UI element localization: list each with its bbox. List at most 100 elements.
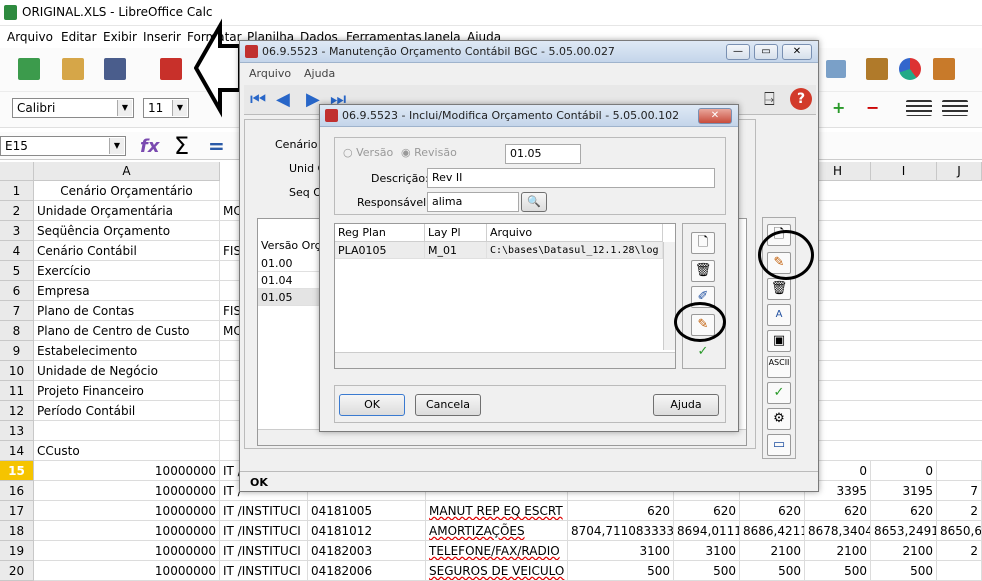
inner-grid-hscrollbar[interactable]	[335, 352, 675, 368]
chart-icon[interactable]	[899, 58, 921, 80]
cell-h[interactable]: 620	[805, 501, 871, 521]
pivot-table-icon[interactable]	[933, 58, 955, 80]
row-header[interactable]: 18	[0, 521, 34, 541]
row-header[interactable]: 4	[0, 241, 34, 261]
cell-g[interactable]: 8686,4211	[740, 521, 805, 541]
cell-a[interactable]: Unidade Orçamentária	[34, 201, 220, 221]
cell-d[interactable]: TELEFONE/FAX/RADIO	[426, 541, 568, 561]
row-header[interactable]: 7	[0, 301, 34, 321]
cell-d[interactable]: MANUT REP EQ ESCRT	[426, 501, 568, 521]
column-header-j[interactable]: J	[937, 162, 982, 181]
cell-i[interactable]: 3195	[871, 481, 937, 501]
cell-c[interactable]: 04181005	[308, 501, 426, 521]
cell-b[interactable]: FIS	[220, 301, 240, 321]
cell-b[interactable]: IT /INSTITUCI	[220, 521, 308, 541]
inner-grid-vscrollbar[interactable]	[663, 242, 675, 350]
filter-icon[interactable]	[826, 60, 846, 78]
open-folder-icon[interactable]	[62, 58, 84, 80]
grid-cell-arquivo[interactable]: C:\bases\Datasul_12.1.28\log	[487, 242, 663, 259]
outer-menu-arquivo[interactable]: Arquivo	[249, 67, 291, 80]
cell-h[interactable]: 500	[805, 561, 871, 581]
outer-menu-ajuda[interactable]: Ajuda	[304, 67, 335, 80]
menu-exibir[interactable]: Exibir	[103, 30, 137, 44]
cell-right-empty[interactable]	[805, 261, 982, 281]
cell-b[interactable]	[220, 261, 240, 281]
cell-right-empty[interactable]	[805, 201, 982, 221]
cell-a[interactable]: CCusto	[34, 441, 220, 461]
cell-a[interactable]: Seqüência Orçamento	[34, 221, 220, 241]
cell-b[interactable]: IT /INSTITUCI	[220, 561, 308, 581]
new-document-icon[interactable]	[18, 58, 40, 80]
cell-i[interactable]: 8653,2491	[871, 521, 937, 541]
cell-f[interactable]: 8694,0111	[674, 521, 740, 541]
column-header-a[interactable]: A	[34, 162, 220, 181]
cell-b[interactable]	[220, 401, 240, 421]
cell-a[interactable]: 10000000	[34, 541, 220, 561]
font-size-combo[interactable]: 11 ▼	[143, 98, 189, 118]
row-header[interactable]: 17	[0, 501, 34, 521]
cell-b[interactable]	[220, 421, 240, 441]
column-header-i[interactable]: I	[871, 162, 937, 181]
decrease-indent-icon[interactable]	[942, 100, 968, 116]
cell-j[interactable]	[937, 561, 982, 581]
cell-b[interactable]: MC	[220, 201, 240, 221]
row-header[interactable]: 2	[0, 201, 34, 221]
cell-right-empty[interactable]	[805, 381, 982, 401]
cell-a[interactable]: Estabelecimento	[34, 341, 220, 361]
maximize-button[interactable]: ▭	[754, 44, 778, 60]
cell-i[interactable]: 500	[871, 561, 937, 581]
cell-j[interactable]: 8650,6	[937, 521, 982, 541]
first-record-icon[interactable]: ⏮	[250, 89, 266, 110]
insert-image-icon[interactable]	[866, 58, 888, 80]
row-header[interactable]: 12	[0, 401, 34, 421]
menu-inserir[interactable]: Inserir	[143, 30, 181, 44]
cell-right-empty[interactable]	[805, 441, 982, 461]
row-header[interactable]: 13	[0, 421, 34, 441]
cell-j[interactable]: 2	[937, 541, 982, 561]
row-header[interactable]: 3	[0, 221, 34, 241]
radio-versao[interactable]: ○ Versão	[343, 146, 393, 159]
tools-icon[interactable]: ⚙	[767, 408, 791, 430]
cell-f[interactable]: 500	[674, 561, 740, 581]
help-button[interactable]: Ajuda	[653, 394, 719, 416]
cell-a[interactable]: Cenário Orçamentário	[34, 181, 220, 201]
check-icon[interactable]: ✓	[691, 342, 715, 364]
cell-a[interactable]: Exercício	[34, 261, 220, 281]
close-button[interactable]: ✕	[782, 44, 812, 60]
name-box[interactable]: E15 ▼	[0, 136, 126, 156]
check-icon[interactable]: ✓	[767, 382, 791, 404]
cell-i[interactable]: 0	[871, 461, 937, 481]
delete-row-icon[interactable]: 🗑	[691, 260, 715, 282]
cell-b[interactable]: IT /INSTITUCI	[220, 541, 308, 561]
grid-cell-lay[interactable]: M_01	[425, 242, 487, 259]
cell-a[interactable]: Cenário Contábil	[34, 241, 220, 261]
menu-editar[interactable]: Editar	[61, 30, 97, 44]
row-header[interactable]: 8	[0, 321, 34, 341]
equals-icon[interactable]: =	[208, 134, 225, 158]
cell-right-empty[interactable]	[805, 401, 982, 421]
cell-b[interactable]	[220, 221, 240, 241]
row-header[interactable]: 20	[0, 561, 34, 581]
export-pdf-icon[interactable]	[160, 58, 182, 80]
cell-right-empty[interactable]	[805, 181, 982, 201]
cell-a[interactable]: Período Contábil	[34, 401, 220, 421]
cell-e[interactable]: 8704,711083333	[568, 521, 674, 541]
cell-a[interactable]: Empresa	[34, 281, 220, 301]
function-wizard-icon[interactable]: fx	[140, 136, 159, 157]
close-button[interactable]: ✕	[698, 108, 732, 124]
save-icon[interactable]	[104, 58, 126, 80]
cell-j[interactable]: 7	[937, 481, 982, 501]
cell-c[interactable]: 04181012	[308, 521, 426, 541]
cell-b[interactable]	[220, 181, 240, 201]
grid-cell-reg-plan[interactable]: PLA0105	[335, 242, 425, 259]
search-user-button[interactable]: 🔍	[521, 192, 547, 212]
cell-b[interactable]	[220, 441, 240, 461]
version-field[interactable]: 01.05	[505, 144, 581, 164]
responsavel-field[interactable]: alima	[427, 192, 519, 212]
cell-right-empty[interactable]	[805, 221, 982, 241]
row-header[interactable]: 11	[0, 381, 34, 401]
help-icon[interactable]: ?	[790, 88, 812, 110]
cell-right-empty[interactable]	[805, 281, 982, 301]
row-header[interactable]: 15	[0, 461, 34, 481]
sum-icon[interactable]: Σ	[174, 132, 189, 160]
